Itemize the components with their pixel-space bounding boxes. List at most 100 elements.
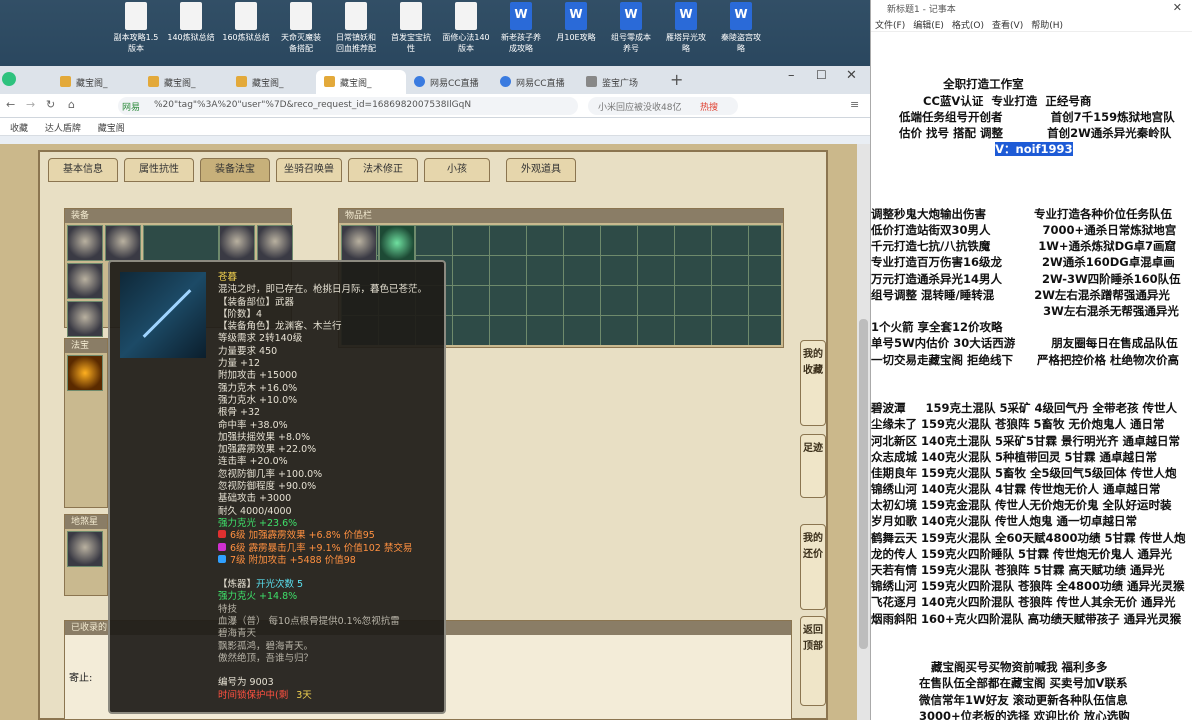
equip-slot[interactable]: [105, 225, 141, 261]
desktop-icon[interactable]: 天命灭魔装 备搭配: [273, 2, 329, 54]
pet-slot[interactable]: [67, 531, 103, 567]
refine-row: 【炼器】开光次数 5: [218, 579, 304, 591]
tab-equipment[interactable]: 装备法宝: [200, 158, 270, 182]
notepad-menu-item[interactable]: 格式(O): [952, 21, 984, 31]
scroll-thumb[interactable]: [859, 319, 868, 649]
notepad-line: [871, 44, 1192, 60]
equip-slot[interactable]: [219, 225, 255, 261]
close-icon[interactable]: ✕: [846, 68, 857, 83]
inventory-item[interactable]: [341, 225, 377, 261]
tab-mounts[interactable]: 坐骑召唤兽: [276, 158, 342, 182]
desktop-icon-label: 新老孩子养 成攻略: [501, 33, 541, 53]
document-icon: [125, 2, 147, 30]
notepad-text-area[interactable]: 全职打造工作室 CC蓝V认证 专业打造 正经号商 低端任务组号开创者 首创7千1…: [871, 44, 1192, 720]
equip-slot-weapon[interactable]: [67, 263, 103, 299]
notepad-line: 组号调整 混转睡/睡转混 2W左右混杀蹭帮强通异光: [871, 287, 1170, 302]
serial-number: 编号为 9003: [218, 677, 274, 689]
equip-panel-title: 装备: [65, 209, 291, 223]
notepad-line: [871, 174, 1192, 190]
notepad-line: [871, 627, 1192, 643]
inventory-title: 物品栏: [339, 209, 783, 223]
poem-line-1: 飘影孤鸿，碧海青天。: [218, 640, 314, 652]
word-doc-icon: [675, 2, 697, 30]
word-doc-icon: [510, 2, 532, 30]
lock-row: 时间锁保护中(剩 3天: [218, 689, 312, 701]
bookmark-1[interactable]: 达人盾牌: [45, 124, 81, 134]
equip-slot[interactable]: [257, 225, 293, 261]
desktop-icon[interactable]: 日常镇妖和 回血推荐配: [328, 2, 384, 54]
desktop-icon[interactable]: 月10E攻略: [548, 2, 604, 43]
forward-icon[interactable]: →: [26, 98, 35, 111]
stat-line: 附加攻击 +15000: [218, 370, 298, 382]
notepad-line: 烟雨斜阳 160+克火四阶混队 高功绩天赋带孩子 通异光灵猴: [871, 611, 1182, 626]
notepad-line: 低价打造站街双30男人 7000+通杀日常炼狱地宫: [871, 223, 1177, 238]
item-tooltip: 苍暮 混沌之时，即已存在。枪挑日月际，暮色已苍茫。 【装备部位】武器 【阶数】4 【…: [108, 260, 446, 714]
tab-1[interactable]: 藏宝阁_: [140, 70, 228, 94]
cbg-icon: [324, 76, 335, 87]
pet-panel-title: 地煞星: [65, 515, 107, 529]
page-scrollbar[interactable]: [857, 144, 870, 720]
inventory-item[interactable]: [379, 225, 415, 261]
notepad-menu-item[interactable]: 查看(V): [992, 21, 1023, 31]
back-icon[interactable]: ←: [6, 98, 15, 111]
tab-0[interactable]: 藏宝阁_: [52, 70, 140, 94]
desktop-icon[interactable]: 秦陵盗宫攻 略: [713, 2, 769, 54]
hot-label: 热搜: [700, 103, 719, 113]
menu-icon[interactable]: ≡: [850, 98, 859, 111]
history-button[interactable]: 足迹: [800, 434, 826, 498]
desktop-icon[interactable]: 160炼狱总结: [218, 2, 274, 43]
tab-3[interactable]: 藏宝阁_: [316, 70, 406, 94]
desktop-icon[interactable]: 面修心法140 版本: [438, 2, 494, 54]
tab-appearance[interactable]: 外观道具: [506, 158, 576, 182]
fabao-slot[interactable]: [67, 355, 103, 391]
tab-spell[interactable]: 法术修正: [348, 158, 418, 182]
item-desc: 混沌之时，即已存在。枪挑日月际，暮色已苍茫。: [218, 284, 428, 296]
stat-line: 耐久 4000/4000: [218, 505, 292, 517]
maximize-icon[interactable]: ☐: [816, 68, 827, 82]
back-to-top-button[interactable]: 返回顶部: [800, 616, 826, 706]
notepad-line: 岁月如歌 140克火混队 传世人炮鬼 通一切卓越日常: [871, 514, 1138, 529]
equip-slot[interactable]: [67, 301, 103, 337]
minimize-icon[interactable]: –: [788, 68, 795, 83]
notepad-menu-item[interactable]: 编辑(E): [913, 21, 944, 31]
desktop-icon[interactable]: 首发宝宝抗 性: [383, 2, 439, 54]
tab-resist[interactable]: 属性抗性: [124, 158, 194, 182]
desktop: 副本攻略1.5 版本 140炼狱总结 160炼狱总结 天命灭魔装 备搭配 日常镇妖和 回…: [0, 0, 870, 66]
cbg-icon: [236, 76, 247, 87]
notepad-menu-item[interactable]: 帮助(H): [1031, 21, 1063, 31]
desktop-icon[interactable]: 副本攻略1.5 版本: [108, 2, 164, 54]
notepad-line: 碧波潭 159克土混队 5采矿 4级回气丹 全带老孩 传世人: [871, 401, 1178, 416]
equip-slot[interactable]: [67, 225, 103, 261]
document-icon: [400, 2, 422, 30]
bookmark-0[interactable]: 收藏: [10, 124, 28, 134]
desktop-icon[interactable]: 新老孩子养 成攻略: [493, 2, 549, 54]
wechat-indent: [871, 142, 995, 156]
notepad-line: 3W左右混杀无帮强通异光: [871, 304, 1179, 318]
notepad-line: 千元打造七抗/八抗铁魔 1W+通杀炼狱DG卓7画窟: [871, 239, 1177, 254]
notepad-line: 低端任务组号开创者 首创7千159炼狱地宫队: [871, 109, 1175, 124]
globe-icon: [586, 76, 597, 87]
favorites-button[interactable]: 我的收藏: [800, 340, 826, 426]
reload-icon[interactable]: ↻: [46, 98, 55, 111]
gem-text: 6级 加强霹雳效果 +6.8% 价值95: [230, 530, 375, 542]
tab-basic-info[interactable]: 基本信息: [48, 158, 118, 182]
tab-4[interactable]: 网易CC直播: [406, 70, 492, 94]
bookmark-2[interactable]: 藏宝阁: [98, 124, 125, 134]
stat-line: 等级需求 2转140级: [218, 333, 303, 345]
tab-6[interactable]: 鉴宝广场: [578, 70, 666, 94]
gem-icon: [218, 530, 226, 539]
new-tab-button[interactable]: +: [670, 70, 683, 89]
desktop-icon[interactable]: 140炼狱总结: [163, 2, 219, 43]
notepad-close-icon[interactable]: ✕: [1173, 1, 1182, 14]
tab-5[interactable]: 网易CC直播: [492, 70, 578, 94]
notepad-menu-item[interactable]: 文件(F): [875, 21, 905, 31]
url-field[interactable]: %20"tag"%3A%20"user"%7D&reco_request_id=…: [118, 97, 578, 115]
tab-2[interactable]: 藏宝阁_: [228, 70, 316, 94]
my-offers-button[interactable]: 我的还价: [800, 524, 826, 610]
desktop-icon[interactable]: 雁塔异光攻 略: [658, 2, 714, 54]
home-icon[interactable]: ⌂: [68, 98, 75, 111]
document-icon: [180, 2, 202, 30]
desktop-icon[interactable]: 组号零成本 养号: [603, 2, 659, 54]
notepad-line: 飞花逐月 140克火四阶混队 苍狼阵 传世人其余无价 通异光: [871, 595, 1176, 610]
tab-child[interactable]: 小孩: [424, 158, 490, 182]
